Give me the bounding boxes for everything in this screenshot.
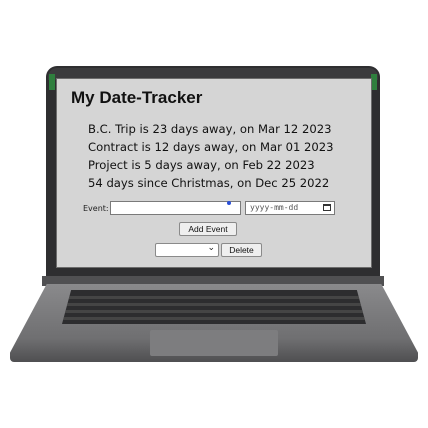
event-name-input[interactable]: [110, 201, 241, 215]
delete-button[interactable]: Delete: [221, 243, 262, 257]
event-date-input[interactable]: yyyy-mm-dd: [245, 201, 335, 215]
cursor-dot: [227, 201, 231, 205]
add-event-button[interactable]: Add Event: [179, 222, 237, 236]
event-list: B.C. Trip is 23 days away, on Mar 12 202…: [88, 120, 334, 192]
event-item: 54 days since Christmas, on Dec 25 2022: [88, 176, 330, 190]
event-item: Project is 5 days away, on Feb 22 2023: [88, 158, 315, 172]
laptop-keyboard: [62, 290, 366, 324]
background-green-edge: [49, 74, 55, 90]
event-item: Contract is 12 days away, on Mar 01 2023: [88, 140, 334, 154]
event-label: Event:: [83, 204, 109, 213]
chevron-down-icon: ⌄: [207, 243, 215, 253]
event-select[interactable]: ⌄: [155, 243, 219, 257]
page-title: My Date-Tracker: [71, 88, 203, 107]
event-item: B.C. Trip is 23 days away, on Mar 12 202…: [88, 122, 332, 136]
laptop-touchpad: [150, 330, 278, 356]
date-placeholder: yyyy-mm-dd: [250, 203, 299, 212]
calendar-icon[interactable]: [323, 204, 331, 211]
